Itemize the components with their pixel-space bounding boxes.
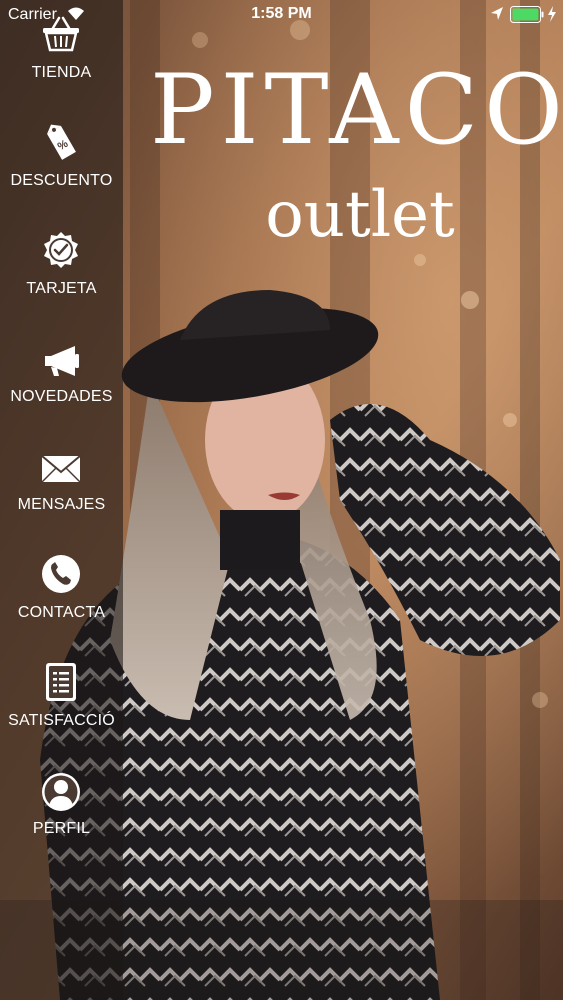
document-icon bbox=[46, 663, 76, 701]
menu-item-tarjeta[interactable]: TARJETA bbox=[0, 226, 123, 326]
phone-icon bbox=[42, 555, 80, 593]
discount-tag-icon: % bbox=[47, 124, 76, 160]
menu-label-contacta: CONTACTA bbox=[17, 604, 106, 621]
app-screen: PITACO outlet Carrier 1:58 PM TIENDA % D… bbox=[0, 0, 563, 1000]
badge-check-icon bbox=[44, 232, 78, 268]
menu-label-perfil: PERFIL bbox=[32, 820, 91, 837]
sidebar-menu: TIENDA % DESCUENTO TARJETA NOVEDADES MEN… bbox=[0, 0, 123, 1000]
megaphone-icon bbox=[45, 346, 79, 376]
menu-label-mensajes: MENSAJES bbox=[17, 496, 106, 513]
menu-label-satisfaccio: SATISFACCIÓ bbox=[8, 712, 115, 729]
menu-label-novedades: NOVEDADES bbox=[10, 388, 113, 405]
brand-logo: PITACO outlet bbox=[150, 54, 563, 255]
menu-label-tienda: TIENDA bbox=[31, 64, 92, 81]
menu-item-contacta[interactable]: CONTACTA bbox=[0, 550, 123, 650]
status-bar: Carrier 1:58 PM bbox=[0, 0, 563, 30]
location-arrow-icon bbox=[491, 7, 503, 20]
battery-icon bbox=[510, 6, 544, 23]
user-icon bbox=[42, 773, 80, 811]
menu-label-descuento: DESCUENTO bbox=[10, 172, 113, 189]
menu-label-tarjeta: TARJETA bbox=[26, 280, 97, 297]
logo-title: PITACO bbox=[150, 54, 563, 166]
charging-bolt-icon bbox=[548, 6, 556, 22]
logo-subtitle: outlet bbox=[265, 178, 455, 252]
menu-item-perfil[interactable]: PERFIL bbox=[0, 766, 123, 866]
menu-item-satisfaccio[interactable]: SATISFACCIÓ bbox=[0, 658, 123, 758]
menu-item-mensajes[interactable]: MENSAJES bbox=[0, 442, 123, 542]
status-time: 1:58 PM bbox=[251, 5, 312, 22]
menu-item-descuento[interactable]: % DESCUENTO bbox=[0, 118, 123, 218]
envelope-icon bbox=[41, 455, 81, 483]
menu-item-novedades[interactable]: NOVEDADES bbox=[0, 334, 123, 434]
